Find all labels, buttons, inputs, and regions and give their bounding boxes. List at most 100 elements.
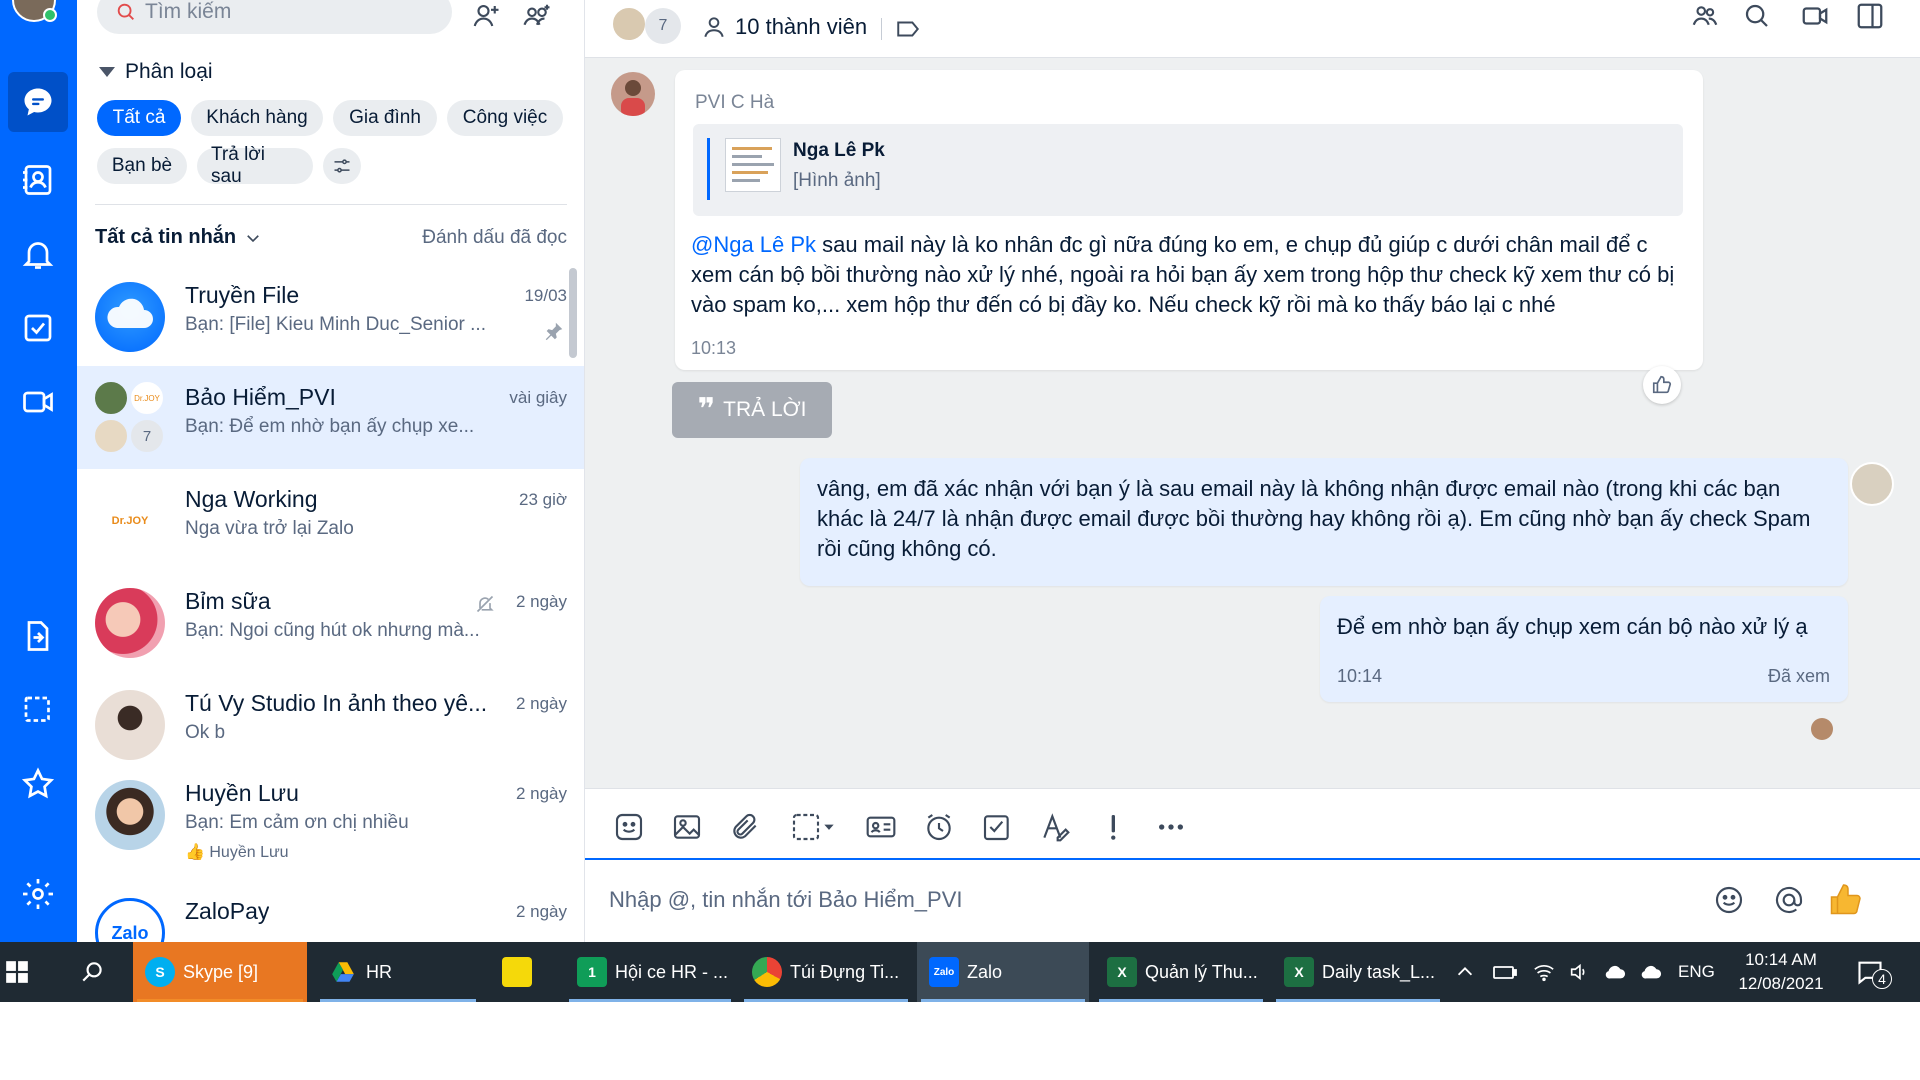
conversation-time: vài giây	[509, 388, 567, 407]
chip-settings-icon[interactable]	[323, 148, 361, 184]
conversation-item[interactable]: Dr.JOY Nga Working Nga vừa trở lại Zalo …	[77, 468, 584, 571]
start-button[interactable]	[0, 942, 38, 1002]
search-box[interactable]	[97, 0, 452, 34]
taskbar-app-sticky-notes[interactable]	[490, 942, 560, 1002]
search-icon	[82, 962, 102, 982]
cloud-sync-icon[interactable]	[1638, 961, 1664, 983]
cloud-avatar-icon	[95, 282, 165, 352]
user-avatar[interactable]	[12, 0, 57, 22]
seen-status: Đã xem	[1767, 666, 1830, 686]
quoted-message[interactable]: Nga Lê Pk [Hình ảnh]	[693, 124, 1683, 216]
contacts-icon[interactable]	[8, 150, 68, 210]
attachment-icon[interactable]	[725, 807, 765, 847]
conversation-item-active[interactable]: Dr.JOY 7 Bảo Hiểm_PVI Bạn: Để em nhờ bạn…	[77, 366, 584, 469]
taskbar-app-drive[interactable]: HR	[316, 942, 480, 1002]
add-friend-icon[interactable]	[466, 0, 506, 36]
emoji-icon[interactable]	[1709, 880, 1749, 920]
chevron-up-icon[interactable]	[1454, 961, 1476, 983]
self-avatar[interactable]	[1850, 462, 1894, 506]
outgoing-message-bubble[interactable]: Để em nhờ bạn ấy chụp xem cán bộ nào xử …	[1320, 596, 1848, 702]
windows-logo-icon	[6, 961, 28, 983]
urgent-mark-icon[interactable]	[1093, 807, 1133, 847]
video-call-icon[interactable]	[1795, 0, 1835, 36]
message-text: @Nga Lê Pk sau mail này là ko nhân đc gì…	[691, 230, 1691, 320]
taskbar-app-excel-1[interactable]: X Quản lý Thu...	[1095, 942, 1267, 1002]
incoming-message-bubble[interactable]: PVI C Hà Nga Lê Pk [Hình ảnh] @Nga Lê Pk…	[675, 70, 1703, 370]
category-header[interactable]: Phân loại	[99, 60, 213, 84]
file-transfer-icon[interactable]	[8, 606, 68, 666]
taskbar-search-button[interactable]	[68, 942, 112, 1002]
composer-toolbar	[585, 788, 1920, 860]
screenshot-icon[interactable]	[8, 680, 68, 740]
text-format-icon[interactable]	[1035, 807, 1075, 847]
language-indicator[interactable]: ENG	[1678, 962, 1715, 982]
taskbar-clock[interactable]: 10:14 AM 12/08/2021	[1716, 948, 1846, 996]
conversation-item[interactable]: Tú Vy Studio In ảnh theo yê... Ok b 2 ng…	[77, 672, 584, 775]
send-thumbs-up-icon[interactable]	[1825, 880, 1865, 920]
message-input[interactable]	[609, 880, 1649, 920]
conversation-time: 19/03	[524, 286, 567, 305]
reply-button[interactable]: ❞ TRẢ LỜI	[672, 382, 832, 438]
chip-customers[interactable]: Khách hàng	[191, 100, 323, 136]
group-header-avatar[interactable]	[611, 6, 647, 42]
conversation-item[interactable]: Huyền Lưu Bạn: Em cảm ơn chị nhiều 2 ngà…	[77, 762, 584, 872]
chip-family[interactable]: Gia đình	[333, 100, 437, 136]
members-link[interactable]: 10 thành viên	[701, 14, 867, 40]
search-icon[interactable]	[1737, 0, 1777, 36]
todo-icon[interactable]	[8, 298, 68, 358]
volume-icon[interactable]	[1568, 961, 1590, 983]
task-check-icon[interactable]	[977, 807, 1017, 847]
create-group-icon[interactable]	[517, 0, 557, 36]
conversation-preview: Bạn: Em cảm ơn chị nhiều	[185, 812, 409, 833]
conversation-item[interactable]: Bỉm sữa Bạn: Ngoi cũng hút ok nhưng mà..…	[77, 570, 584, 673]
taskbar-app-sheets[interactable]: 1 Hội ce HR - ...	[565, 942, 735, 1002]
battery-icon[interactable]	[1492, 961, 1518, 983]
sticker-icon[interactable]	[609, 807, 649, 847]
outgoing-message-bubble[interactable]: vâng, em đã xác nhận với bạn ý là sau em…	[800, 458, 1848, 586]
sender-avatar[interactable]	[611, 72, 655, 116]
seen-by-avatar	[1811, 718, 1833, 740]
reaction-note: 👍 Huyền Lưu	[185, 844, 289, 861]
mute-bell-icon	[476, 595, 494, 613]
conversation-item[interactable]: Zalo ZaloPay 2 ngày	[77, 880, 584, 942]
taskbar-app-excel-2[interactable]: X Daily task_L...	[1272, 942, 1444, 1002]
chip-reply-later[interactable]: Trả lời sau	[197, 144, 313, 187]
conversation-item[interactable]: Truyền File Bạn: [File] Kieu Minh Duc_Se…	[77, 264, 584, 367]
sticky-notes-icon	[502, 957, 532, 987]
like-reaction-button[interactable]	[1643, 366, 1681, 404]
settings-icon[interactable]	[8, 864, 68, 924]
reminder-clock-icon[interactable]	[919, 807, 959, 847]
thumbs-up-icon	[1652, 375, 1672, 394]
taskbar-app-chrome[interactable]: Túi Đựng Ti...	[740, 942, 912, 1002]
sidebar-toggle-icon[interactable]	[1850, 0, 1890, 36]
all-messages-dropdown[interactable]: Tất cả tin nhắn	[95, 226, 262, 249]
taskbar-app-label: Quản lý Thu...	[1145, 961, 1258, 982]
more-options-icon[interactable]	[1151, 807, 1191, 847]
group-members-icon[interactable]	[1685, 0, 1725, 36]
video-icon[interactable]	[8, 372, 68, 432]
mention-at-icon[interactable]	[1769, 880, 1809, 920]
taskbar-app-skype[interactable]: S Skype [9]	[133, 942, 307, 1002]
bell-icon[interactable]	[8, 224, 68, 284]
wifi-icon[interactable]	[1532, 961, 1556, 983]
contact-card-icon[interactable]	[861, 807, 901, 847]
screenshot-dropdown-icon[interactable]	[783, 807, 843, 847]
chat-icon[interactable]	[8, 72, 68, 132]
chip-friends[interactable]: Bạn bè	[97, 148, 187, 184]
cloud-upload-icon[interactable]	[1602, 961, 1628, 983]
tag-icon[interactable]	[895, 16, 921, 42]
mention-link[interactable]: @Nga Lê Pk	[691, 232, 816, 257]
notification-center[interactable]: 4	[1856, 942, 1892, 1002]
list-scrollbar[interactable]	[569, 268, 577, 358]
taskbar-app-zalo[interactable]: Zalo Zalo	[917, 942, 1089, 1002]
chip-all[interactable]: Tất cả	[97, 100, 181, 136]
image-icon[interactable]	[667, 807, 707, 847]
search-input[interactable]	[145, 0, 425, 24]
skype-icon: S	[145, 957, 175, 987]
huyen-luu-avatar	[95, 780, 165, 850]
cartoon-family-avatar	[95, 588, 165, 658]
star-icon[interactable]	[8, 754, 68, 814]
message-composer	[585, 860, 1920, 942]
chip-work[interactable]: Công việc	[447, 100, 563, 136]
mark-read-link[interactable]: Đánh dấu đã đọc	[422, 227, 567, 249]
